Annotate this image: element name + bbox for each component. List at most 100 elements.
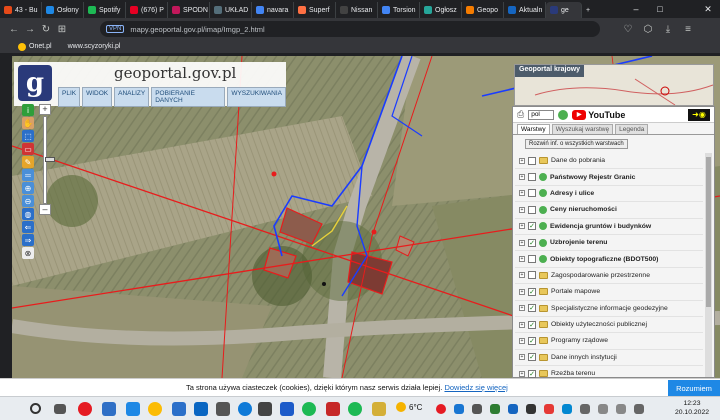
tabs-grid-icon[interactable]: ⊞ <box>54 21 70 37</box>
zoom-plus-button[interactable]: + <box>39 104 51 115</box>
layer-row[interactable]: + ✓ Rzeźba terenu <box>515 366 703 378</box>
maximize-button[interactable]: □ <box>648 0 672 18</box>
expand-icon[interactable]: + <box>519 256 525 263</box>
youtube-link[interactable]: ▶ YouTube <box>572 109 625 120</box>
browser-tab[interactable]: 43 - Bu <box>0 2 42 18</box>
layer-row[interactable]: + Obiekty topograficzne (BDOT500) <box>515 251 703 268</box>
tray-app-icon[interactable] <box>544 404 554 414</box>
zoom-track[interactable] <box>43 116 55 204</box>
menu-plik[interactable]: PLIK <box>58 87 81 107</box>
layer-row[interactable]: + ✓ Obiekty użyteczności publicznej <box>515 317 703 334</box>
menu-pobieranie-danych[interactable]: POBIERANIE DANYCH <box>151 87 226 107</box>
language-select[interactable]: pol <box>528 109 555 120</box>
expand-icon[interactable]: + <box>519 370 525 377</box>
panel-tab[interactable]: Warstwy <box>517 124 550 134</box>
layer-checkbox[interactable]: ✓ <box>528 320 536 329</box>
expand-icon[interactable]: + <box>519 223 525 230</box>
layer-row[interactable]: + ✓ Uzbrojenie terenu <box>515 235 703 252</box>
layer-row[interactable]: + Ceny nieruchomości <box>515 202 703 219</box>
layer-checkbox[interactable]: ✓ <box>528 287 536 296</box>
battery-icon[interactable] <box>634 404 644 414</box>
tray-app-icon[interactable] <box>490 404 500 414</box>
app-icon[interactable] <box>258 402 272 416</box>
info-icon[interactable]: i <box>22 104 34 116</box>
browser-tab[interactable]: UKŁAD <box>210 2 252 18</box>
expand-icon[interactable]: + <box>519 305 525 312</box>
overview-minimap[interactable]: Geoportal krajowy <box>514 64 714 106</box>
menu-widok[interactable]: WIDOK <box>82 87 113 107</box>
search-icon[interactable] <box>30 403 41 414</box>
browser-tab[interactable]: ge <box>546 2 582 18</box>
layer-checkbox[interactable] <box>528 205 536 214</box>
browser-tab[interactable]: Ogłosz <box>420 2 462 18</box>
globe-icon[interactable]: ◍ <box>22 208 34 220</box>
layer-row[interactable]: + ✓ Specjalistyczne informacje geodezyjne <box>515 301 703 317</box>
browser-tab[interactable]: SPODN <box>168 2 210 18</box>
menu-analizy[interactable]: ANALIZY <box>114 87 150 107</box>
volume-icon[interactable] <box>616 404 626 414</box>
layer-checkbox[interactable]: ✓ <box>528 336 536 345</box>
chrome-icon[interactable] <box>148 402 162 416</box>
reload-icon[interactable]: ↻ <box>38 21 54 37</box>
layer-checkbox[interactable] <box>528 156 536 165</box>
expand-icon[interactable]: + <box>519 206 525 213</box>
forward-icon[interactable]: → <box>22 21 38 37</box>
layer-checkbox[interactable] <box>528 255 536 264</box>
panel-tab[interactable]: Wyszukaj warstwę <box>551 124 614 134</box>
layer-row[interactable]: + ✓ Dane innych instytucji <box>515 350 703 367</box>
zoom-minus-button[interactable]: – <box>39 204 51 215</box>
browser-tab[interactable]: Geopo <box>462 2 504 18</box>
zoom-handle[interactable] <box>45 157 55 162</box>
browser-tab[interactable]: Nissan <box>336 2 378 18</box>
ruler-icon[interactable]: ═ <box>22 169 34 181</box>
folder-icon[interactable] <box>372 402 386 416</box>
bookmark-icon[interactable]: ♡ <box>620 21 636 37</box>
expand-icon[interactable]: + <box>519 354 525 361</box>
scrollbar-thumb[interactable] <box>706 157 711 307</box>
print-icon[interactable]: ⎙ <box>517 109 524 120</box>
layer-row[interactable]: + Państwowy Rejestr Granic <box>515 169 703 186</box>
layer-checkbox[interactable]: ✓ <box>528 222 536 231</box>
close-window-button[interactable]: ✕ <box>696 0 720 18</box>
bookmark-scyzoryki[interactable]: www.scyzoryki.pl <box>68 43 121 50</box>
panel-tab[interactable]: Legenda <box>615 124 649 134</box>
expand-icon[interactable]: + <box>519 272 525 279</box>
browser-tab[interactable]: Osłony <box>42 2 84 18</box>
edge-icon[interactable] <box>238 402 252 416</box>
layer-checkbox[interactable] <box>528 173 536 182</box>
layer-checkbox[interactable]: ✓ <box>528 353 536 362</box>
spotify-icon[interactable] <box>348 402 362 416</box>
next-view-icon[interactable]: ⇒ <box>22 234 34 246</box>
expand-icon[interactable]: + <box>519 239 525 246</box>
tray-app-icon[interactable] <box>508 404 518 414</box>
spotify-icon[interactable] <box>302 402 316 416</box>
browser-tab[interactable]: navara <box>252 2 294 18</box>
weather-widget[interactable]: 6°C <box>396 402 422 412</box>
tray-dropbox-icon[interactable] <box>454 404 464 414</box>
zoom-slider[interactable]: + – <box>39 104 55 216</box>
pencil-icon[interactable]: ✎ <box>22 156 34 168</box>
layer-checkbox[interactable]: ✓ <box>528 369 536 378</box>
mail-icon[interactable] <box>326 402 340 416</box>
layer-checkbox[interactable] <box>528 189 536 198</box>
minimize-button[interactable]: – <box>624 0 648 18</box>
layer-list-scrollbar[interactable] <box>705 153 712 377</box>
bookmark-onet[interactable]: Onet.pl <box>18 42 52 51</box>
browser-tab[interactable]: Spotify <box>84 2 126 18</box>
layer-row[interactable]: + ✓ Ewidencja gruntów i budynków <box>515 219 703 235</box>
geoportal-logo-icon[interactable]: g <box>18 65 52 101</box>
browser-tab[interactable]: Aktualn <box>504 2 546 18</box>
expand-icon[interactable]: + <box>519 288 525 295</box>
layer-row[interactable]: + Adresy i ulice <box>515 186 703 203</box>
map-viewport[interactable]: g geoportal.gov.pl PLIK WIDOK ANALIZY POBIE… <box>12 56 720 378</box>
tray-app-icon[interactable] <box>472 404 482 414</box>
cookie-learn-more-link[interactable]: Dowiedz się więcej <box>444 383 507 392</box>
extensions-icon[interactable]: ⬡ <box>640 21 656 37</box>
layer-checkbox[interactable]: ✓ <box>528 238 536 247</box>
settings-icon[interactable]: ≡ <box>680 21 696 37</box>
wifi-icon[interactable] <box>598 404 608 414</box>
word-icon[interactable] <box>172 402 186 416</box>
measure-icon[interactable]: ▭ <box>22 143 34 155</box>
zoom-out-icon[interactable]: ⊖ <box>22 195 34 207</box>
tray-app-icon[interactable] <box>562 404 572 414</box>
